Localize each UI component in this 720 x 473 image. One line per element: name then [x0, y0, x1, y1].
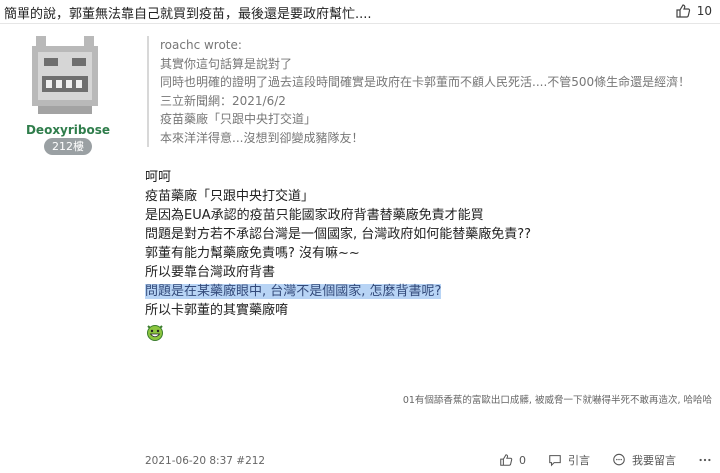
more-dots-icon [699, 458, 711, 462]
more-options-button[interactable] [698, 453, 712, 467]
quote-line: 疫苗藥廠「只跟中央打交道」 [160, 112, 317, 126]
quote-line: 同時也明確的證明了過去這段時間確實是政府在卡郭董而不顧人民死活....不管500… [160, 75, 691, 89]
thumbs-up-icon [676, 4, 690, 18]
like-count: 0 [519, 453, 526, 467]
quote-line: 本來洋洋得意...沒想到卻變成豬隊友！ [160, 130, 364, 145]
post-body: 呵呵 疫苗藥廠「只跟中央打交道」 是因為EUA承認的疫苗只能國家政府背書替藥廠免… [145, 168, 531, 348]
floor-badge[interactable]: 212樓 [44, 138, 92, 155]
post-actions: 0 引言 我要留言 [499, 452, 712, 468]
quote-line: 三立新聞網：2021/6/2 [160, 93, 286, 108]
quote-line: 其實你這句話算是說對了 [160, 56, 293, 71]
post-line: 所以卡郭董的其實藥廠唷 [145, 303, 289, 318]
quote-block: roachc wrote: 其實你這句話算是說對了 同時也明確的證明了過去這段時… [147, 36, 707, 147]
post-line: 是因為EUA承認的疫苗只能國家政府背書替藥廠免責才能買 [145, 208, 484, 223]
avatar[interactable] [28, 32, 102, 118]
post-line-highlighted: 問題是在某藥廠眼中, 台灣不是個國家, 怎麼背書呢? [145, 284, 442, 299]
post-line: 所以要靠台灣政府背書 [145, 265, 276, 280]
post-line: 郭董有能力幫藥廠免責嗎? 沒有嘛~~ [145, 246, 360, 261]
post-line: 疫苗藥廠「只跟中央打交道」 [145, 189, 315, 204]
thread-title: 簡單的說，郭董無法靠自己就買到疫苗，最後還是要政府幫忙.... [4, 7, 372, 22]
like-button[interactable]: 0 [499, 453, 526, 467]
user-signature: 01有個舔香蕉的富歐出口成髒, 被威脅一下就嚇得半死不敢再造次, 哈哈哈 [402, 395, 712, 406]
grinning-devil-emoji-icon [147, 325, 163, 341]
thread-title-bar: 簡單的說，郭董無法靠自己就買到疫苗，最後還是要政府幫忙.... 10 [0, 0, 720, 24]
post-line: 呵呵 [145, 170, 172, 185]
reply-button-label: 我要留言 [632, 454, 676, 467]
quote-header: roachc wrote: [160, 38, 242, 52]
quote-button-label: 引言 [568, 454, 590, 467]
quote-icon [549, 455, 561, 467]
reply-button[interactable]: 我要留言 [612, 452, 676, 468]
author-username[interactable]: Deoxyribose [0, 123, 136, 137]
comment-icon [613, 453, 625, 466]
quote-button[interactable]: 引言 [548, 452, 590, 468]
thumbs-up-icon [500, 454, 513, 466]
thread-like-count: 10 [696, 4, 712, 18]
post-line: 問題是對方若不承認台灣是一個國家, 台灣政府如何能替藥廠免責?? [145, 227, 532, 242]
thread-like-button[interactable]: 10 [675, 3, 712, 19]
post-meta: 2021-06-20 8:37 #212 [145, 455, 266, 467]
